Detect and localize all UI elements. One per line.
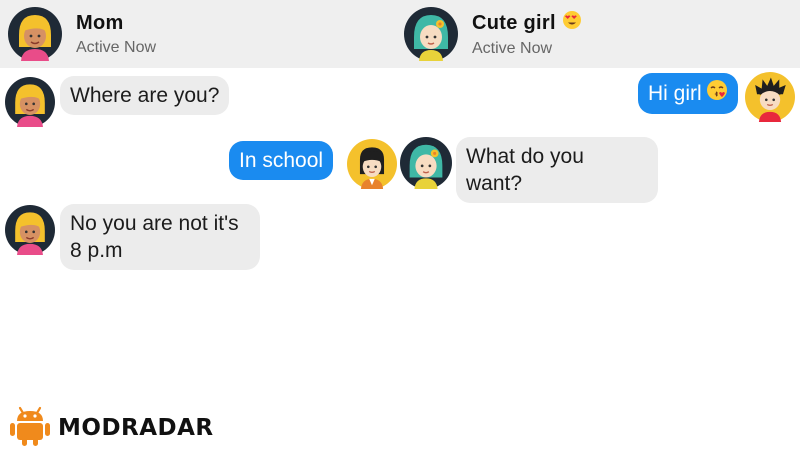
message-line: want? <box>466 172 523 195</box>
message-text: Hi girl <box>648 82 702 105</box>
right-contact-name: Cute girl <box>472 11 556 34</box>
right-chat-header: Cute girl Active Now <box>400 0 800 68</box>
boy-avatar <box>745 72 795 122</box>
message-line: What do you <box>466 145 584 168</box>
watermark: MODRADAR <box>8 404 214 450</box>
right-contact-status: Active Now <box>472 40 553 57</box>
mom-avatar[interactable] <box>8 7 62 61</box>
message-bubble-incoming[interactable]: Where are you? <box>60 76 230 115</box>
mom-avatar <box>5 77 55 127</box>
watermark-text: MODRADAR <box>58 414 214 441</box>
message-line: No you are not it's <box>70 212 239 235</box>
girl-avatar <box>400 137 452 189</box>
girl-avatar[interactable] <box>404 7 458 61</box>
android-robot-icon <box>8 404 52 450</box>
message-bubble-incoming[interactable]: What do you want? <box>456 137 658 203</box>
message-line: 8 p.m <box>70 239 123 262</box>
right-contact-name-row: Cute girl <box>472 10 582 36</box>
left-contact-name: Mom <box>76 11 124 34</box>
message-bubble-outgoing[interactable]: In school <box>229 141 334 180</box>
kissing-face-emoji <box>706 79 728 108</box>
left-contact-status: Active Now <box>76 38 157 56</box>
left-chat-header: Mom Active Now <box>0 0 400 68</box>
heart-eyes-emoji <box>562 10 582 36</box>
message-bubble-outgoing[interactable]: Hi girl <box>638 73 738 114</box>
my-avatar <box>347 139 397 189</box>
mom-avatar <box>5 205 55 255</box>
message-bubble-incoming[interactable]: No you are not it's 8 p.m <box>60 204 260 270</box>
